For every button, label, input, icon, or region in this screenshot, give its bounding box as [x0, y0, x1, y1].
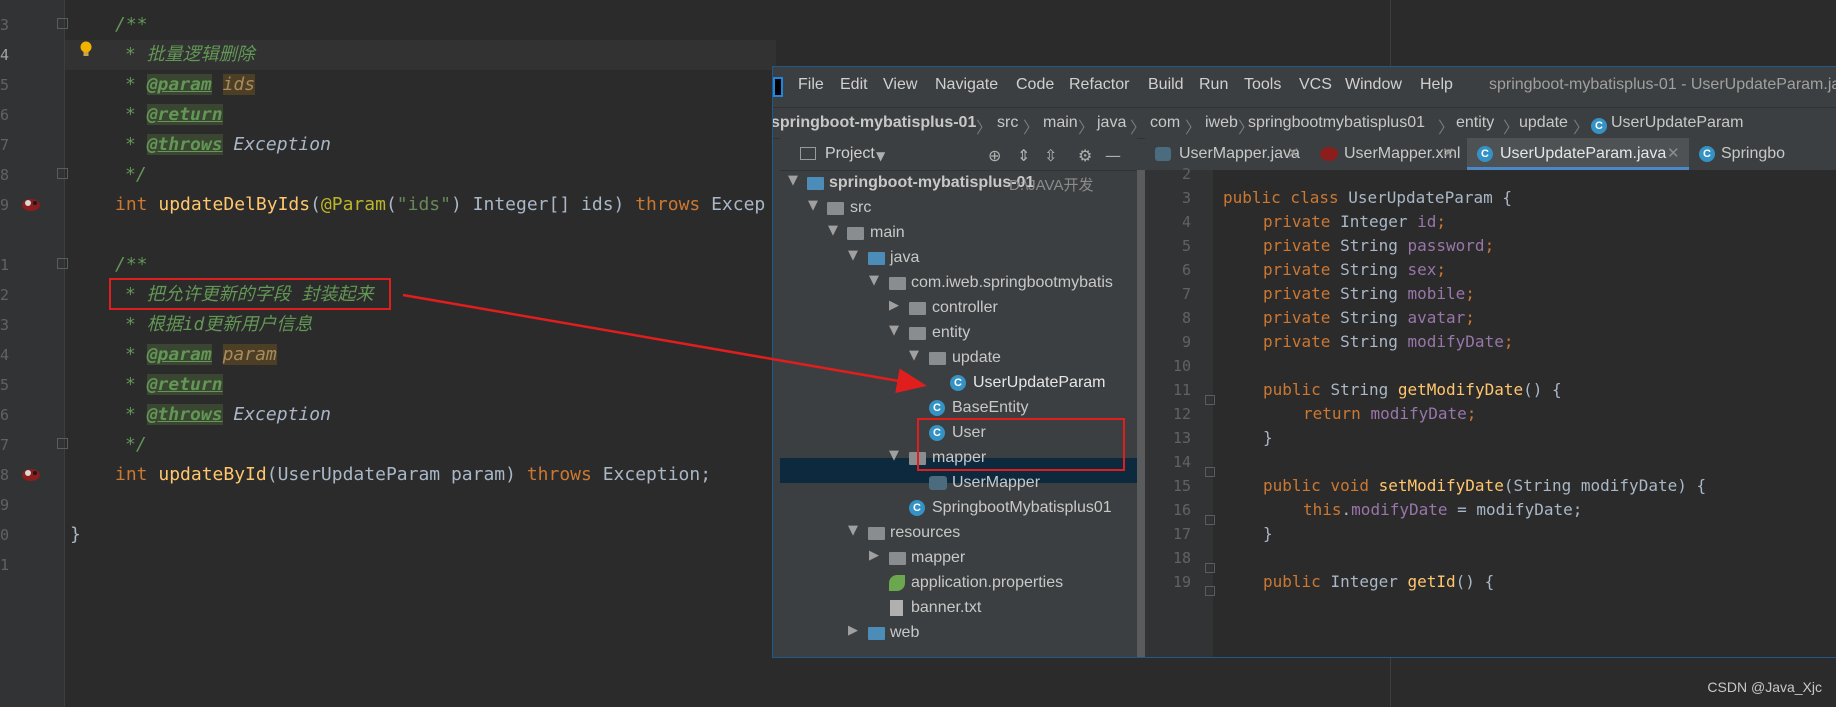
watermark: CSDN @Java_Xjc	[1707, 679, 1822, 695]
annotation-arrow	[402, 293, 927, 394]
